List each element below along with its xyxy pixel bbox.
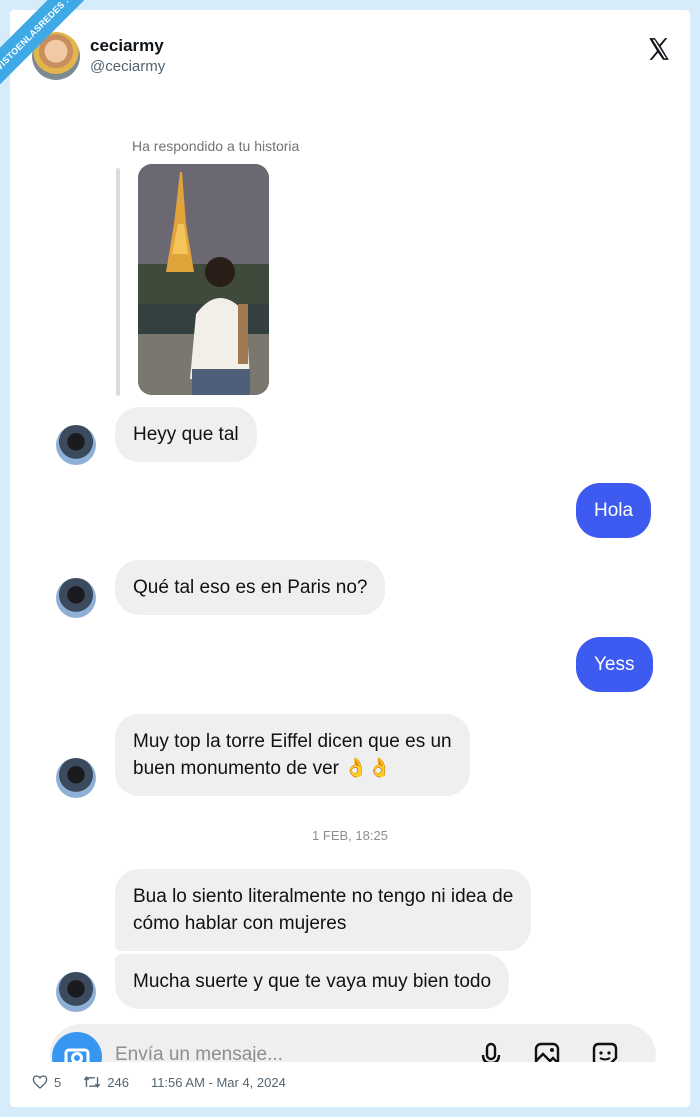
- like-count: 5: [54, 1074, 62, 1090]
- eiffel-tower-photo: [138, 164, 269, 395]
- contact-avatar[interactable]: [56, 758, 96, 798]
- contact-avatar[interactable]: [56, 425, 96, 465]
- message-bubble-sent: Hola: [576, 483, 652, 538]
- message-bubble-received: Muy top la torre Eiffel dicen que es un …: [115, 714, 470, 796]
- date-separator: 1 FEB, 18:25: [312, 828, 388, 843]
- story-reply-label: Ha respondido a tu historia: [132, 138, 300, 154]
- message-line: buen monumento de ver 👌👌: [133, 758, 392, 779]
- heart-icon[interactable]: [32, 1074, 48, 1090]
- message-bubble-received: Mucha suerte y que te vaya muy bien todo: [115, 954, 510, 1009]
- message-line: Muy top la torre Eiffel dicen que es un: [133, 731, 452, 752]
- watermark-ribbon: VISTOENLASREDES .com: [0, 0, 120, 120]
- tweet-card: ceciarmy @ceciarmy Ha respondido a tu hi…: [10, 10, 690, 1107]
- tweet-footer: 5 246 11:56 AM - Mar 4, 2024: [32, 1074, 286, 1090]
- message-bubble-sent: Yess: [576, 637, 653, 692]
- retweet-icon[interactable]: [83, 1074, 101, 1090]
- message-bubble-received: Bua lo siento literalmente no tengo ni i…: [115, 869, 532, 951]
- message-line: cómo hablar con mujeres: [133, 913, 347, 934]
- story-thumbnail[interactable]: [138, 164, 269, 395]
- story-quote-bar: [116, 168, 120, 396]
- tweet-timestamp[interactable]: 11:56 AM - Mar 4, 2024: [151, 1075, 286, 1090]
- message-bubble-received: Qué tal eso es en Paris no?: [115, 560, 386, 615]
- message-line: Bua lo siento literalmente no tengo ni i…: [133, 886, 514, 907]
- contact-avatar[interactable]: [56, 578, 96, 618]
- retweet-count: 246: [107, 1074, 129, 1090]
- watermark-text: VISTOENLASREDES .com: [0, 0, 109, 97]
- message-bubble-received: Heyy que tal: [115, 407, 257, 462]
- chat-screenshot: Ha respondido a tu historia Heyy que tal…: [10, 10, 690, 1107]
- contact-avatar[interactable]: [56, 972, 96, 1012]
